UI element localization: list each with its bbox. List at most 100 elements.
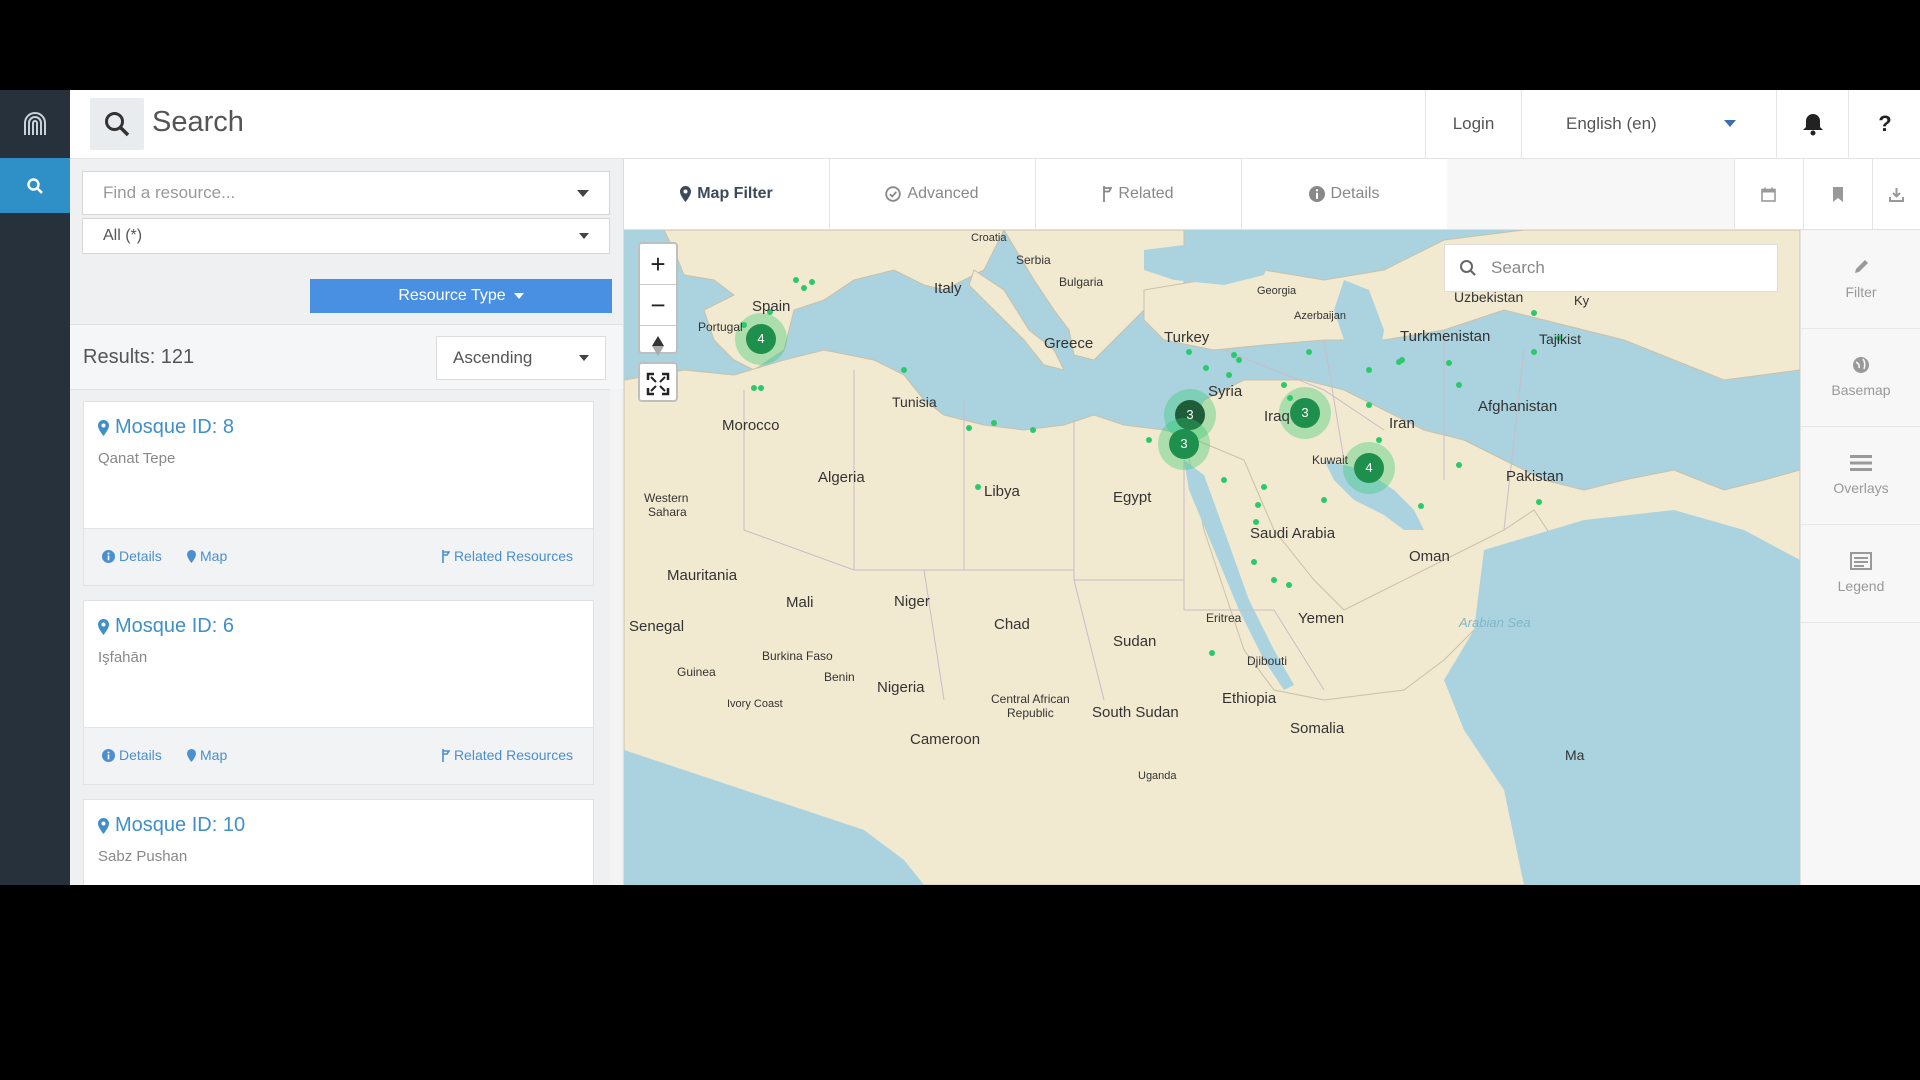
cluster-count-label[interactable]: 4 — [757, 331, 764, 346]
rail-search-button[interactable] — [0, 158, 70, 213]
basemap-tool-button[interactable]: Basemap — [1801, 328, 1920, 427]
map-tabs: Map Filter Advanced Related Details — [624, 159, 1920, 230]
legend-tool-button[interactable]: Legend — [1801, 524, 1920, 623]
resource-search-input[interactable]: Find a resource... — [82, 171, 610, 215]
bookmark-button[interactable] — [1803, 159, 1873, 229]
chevron-down-icon — [577, 189, 589, 197]
map-link[interactable]: Map — [187, 548, 227, 564]
map-label-oman: Oman — [1409, 548, 1450, 565]
tab-map-filter[interactable]: Map Filter — [624, 159, 830, 229]
calendar-icon — [1761, 187, 1776, 202]
chevron-down-icon — [579, 355, 589, 361]
search-icon — [27, 177, 43, 194]
calendar-button[interactable] — [1734, 159, 1804, 229]
app-logo[interactable] — [0, 90, 70, 158]
map-link[interactable]: Map — [187, 747, 227, 763]
map-label-tajikist: Tajikist — [1539, 331, 1581, 347]
filter-tool-button[interactable]: Filter — [1801, 230, 1920, 329]
result-card: Mosque ID: 8 Qanat Tepe Details Map Rela… — [83, 401, 594, 586]
map-label-egypt: Egypt — [1113, 489, 1152, 506]
sort-select-value: Ascending — [453, 348, 533, 367]
map-label-greece: Greece — [1044, 335, 1093, 352]
results-scrollbar[interactable] — [610, 389, 622, 885]
map-label-mauritania: Mauritania — [667, 567, 738, 584]
cluster-count-label[interactable]: 3 — [1186, 407, 1193, 422]
map-canvas[interactable]: 4 3 3 3 4 Spain Portugal Italy Serbia Bulgaria Gr… — [624, 230, 1800, 885]
map-marker-icon — [187, 748, 196, 762]
pencil-icon — [1855, 260, 1868, 273]
map-label-western-sahara: Western — [644, 491, 688, 505]
details-link[interactable]: Details — [102, 548, 162, 564]
bell-icon — [1803, 114, 1823, 136]
map-label-bulgaria: Bulgaria — [1059, 275, 1103, 289]
compass-icon — [652, 336, 664, 356]
map-label-iraq: Iraq — [1264, 408, 1290, 425]
download-button[interactable] — [1872, 159, 1920, 229]
results-toolbar: Results: 121 Ascending — [70, 324, 623, 390]
notifications-button[interactable] — [1776, 90, 1849, 158]
map-label-uganda: Uganda — [1138, 770, 1177, 782]
result-title-link[interactable]: Mosque ID: 10 — [98, 814, 245, 837]
map-label-south-sudan: South Sudan — [1092, 704, 1179, 721]
map-label-arabian-sea: Arabian Sea — [1458, 615, 1531, 630]
login-link[interactable]: Login — [1425, 90, 1521, 158]
result-place: Sabz Pushan — [98, 848, 188, 865]
branch-icon — [442, 748, 450, 762]
map-marker-icon — [98, 419, 109, 436]
zoom-in-button[interactable]: + — [640, 244, 676, 285]
chevron-down-icon — [513, 293, 524, 299]
legend-icon — [1850, 552, 1872, 570]
tab-details[interactable]: Details — [1241, 159, 1448, 229]
map-label-algeria: Algeria — [818, 469, 865, 486]
map-label-cameroon: Cameroon — [910, 731, 980, 748]
header-search-button[interactable] — [90, 98, 144, 150]
tab-advanced[interactable]: Advanced — [829, 159, 1036, 229]
map-side-panel: Filter Basemap Overlays Legend — [1800, 230, 1920, 885]
map-label-kuwait: Kuwait — [1312, 453, 1349, 467]
result-title: Mosque ID: 6 — [115, 615, 234, 637]
tab-related[interactable]: Related — [1035, 159, 1242, 229]
overlays-tool-button[interactable]: Overlays — [1801, 426, 1920, 525]
map-search-placeholder: Search — [1491, 258, 1545, 277]
info-circle-icon — [102, 748, 115, 762]
download-icon — [1888, 187, 1904, 202]
map-search-input[interactable]: Search — [1444, 244, 1778, 292]
details-link[interactable]: Details — [102, 747, 162, 763]
related-resources-link[interactable]: Related Resources — [441, 747, 573, 763]
resource-type-label: Resource Type — [398, 287, 506, 304]
result-title-link[interactable]: Mosque ID: 8 — [98, 416, 234, 439]
language-select[interactable]: English (en) — [1521, 90, 1776, 158]
fullscreen-icon — [646, 372, 670, 396]
result-card: Mosque ID: 6 Işfahān Details Map Related… — [83, 600, 594, 785]
map-label-georgia: Georgia — [1257, 285, 1297, 297]
info-circle-icon — [1308, 186, 1325, 202]
cluster-count-label[interactable]: 4 — [1365, 460, 1372, 475]
zoom-out-button[interactable]: − — [640, 285, 676, 326]
map-label-serbia: Serbia — [1016, 253, 1051, 267]
filter-select[interactable]: All (*) — [82, 218, 610, 254]
sort-select[interactable]: Ascending — [436, 336, 606, 380]
search-icon — [105, 112, 130, 137]
help-button[interactable]: ? — [1848, 90, 1920, 158]
chevron-down-icon — [1724, 120, 1736, 127]
map-label-senegal: Senegal — [629, 618, 684, 635]
resource-type-button[interactable]: Resource Type — [310, 279, 612, 313]
map-label-syria: Syria — [1208, 383, 1243, 400]
map-label-afghanistan: Afghanistan — [1478, 398, 1557, 415]
chevron-down-icon — [579, 233, 589, 239]
reset-north-button[interactable] — [640, 326, 676, 366]
cluster-count-label[interactable]: 3 — [1301, 405, 1308, 420]
zoom-control: + − — [638, 242, 678, 356]
map-label-tunisia: Tunisia — [892, 394, 937, 410]
info-circle-icon — [102, 549, 115, 563]
map-label-western-sahara: Sahara — [648, 505, 687, 519]
results-list: Mosque ID: 8 Qanat Tepe Details Map Rela… — [70, 389, 623, 885]
fullscreen-button[interactable] — [638, 362, 678, 402]
related-resources-link[interactable]: Related Resources — [441, 548, 573, 564]
cluster-count-label[interactable]: 3 — [1180, 436, 1187, 451]
result-title-link[interactable]: Mosque ID: 6 — [98, 615, 234, 638]
map-label-nigeria: Nigeria — [877, 679, 925, 696]
basemap-graphic: 4 3 3 3 4 Spain Portugal Italy Serbia Bulgaria Gr… — [624, 230, 1800, 885]
branch-icon — [1103, 186, 1113, 202]
results-count: Results: 121 — [83, 346, 195, 368]
